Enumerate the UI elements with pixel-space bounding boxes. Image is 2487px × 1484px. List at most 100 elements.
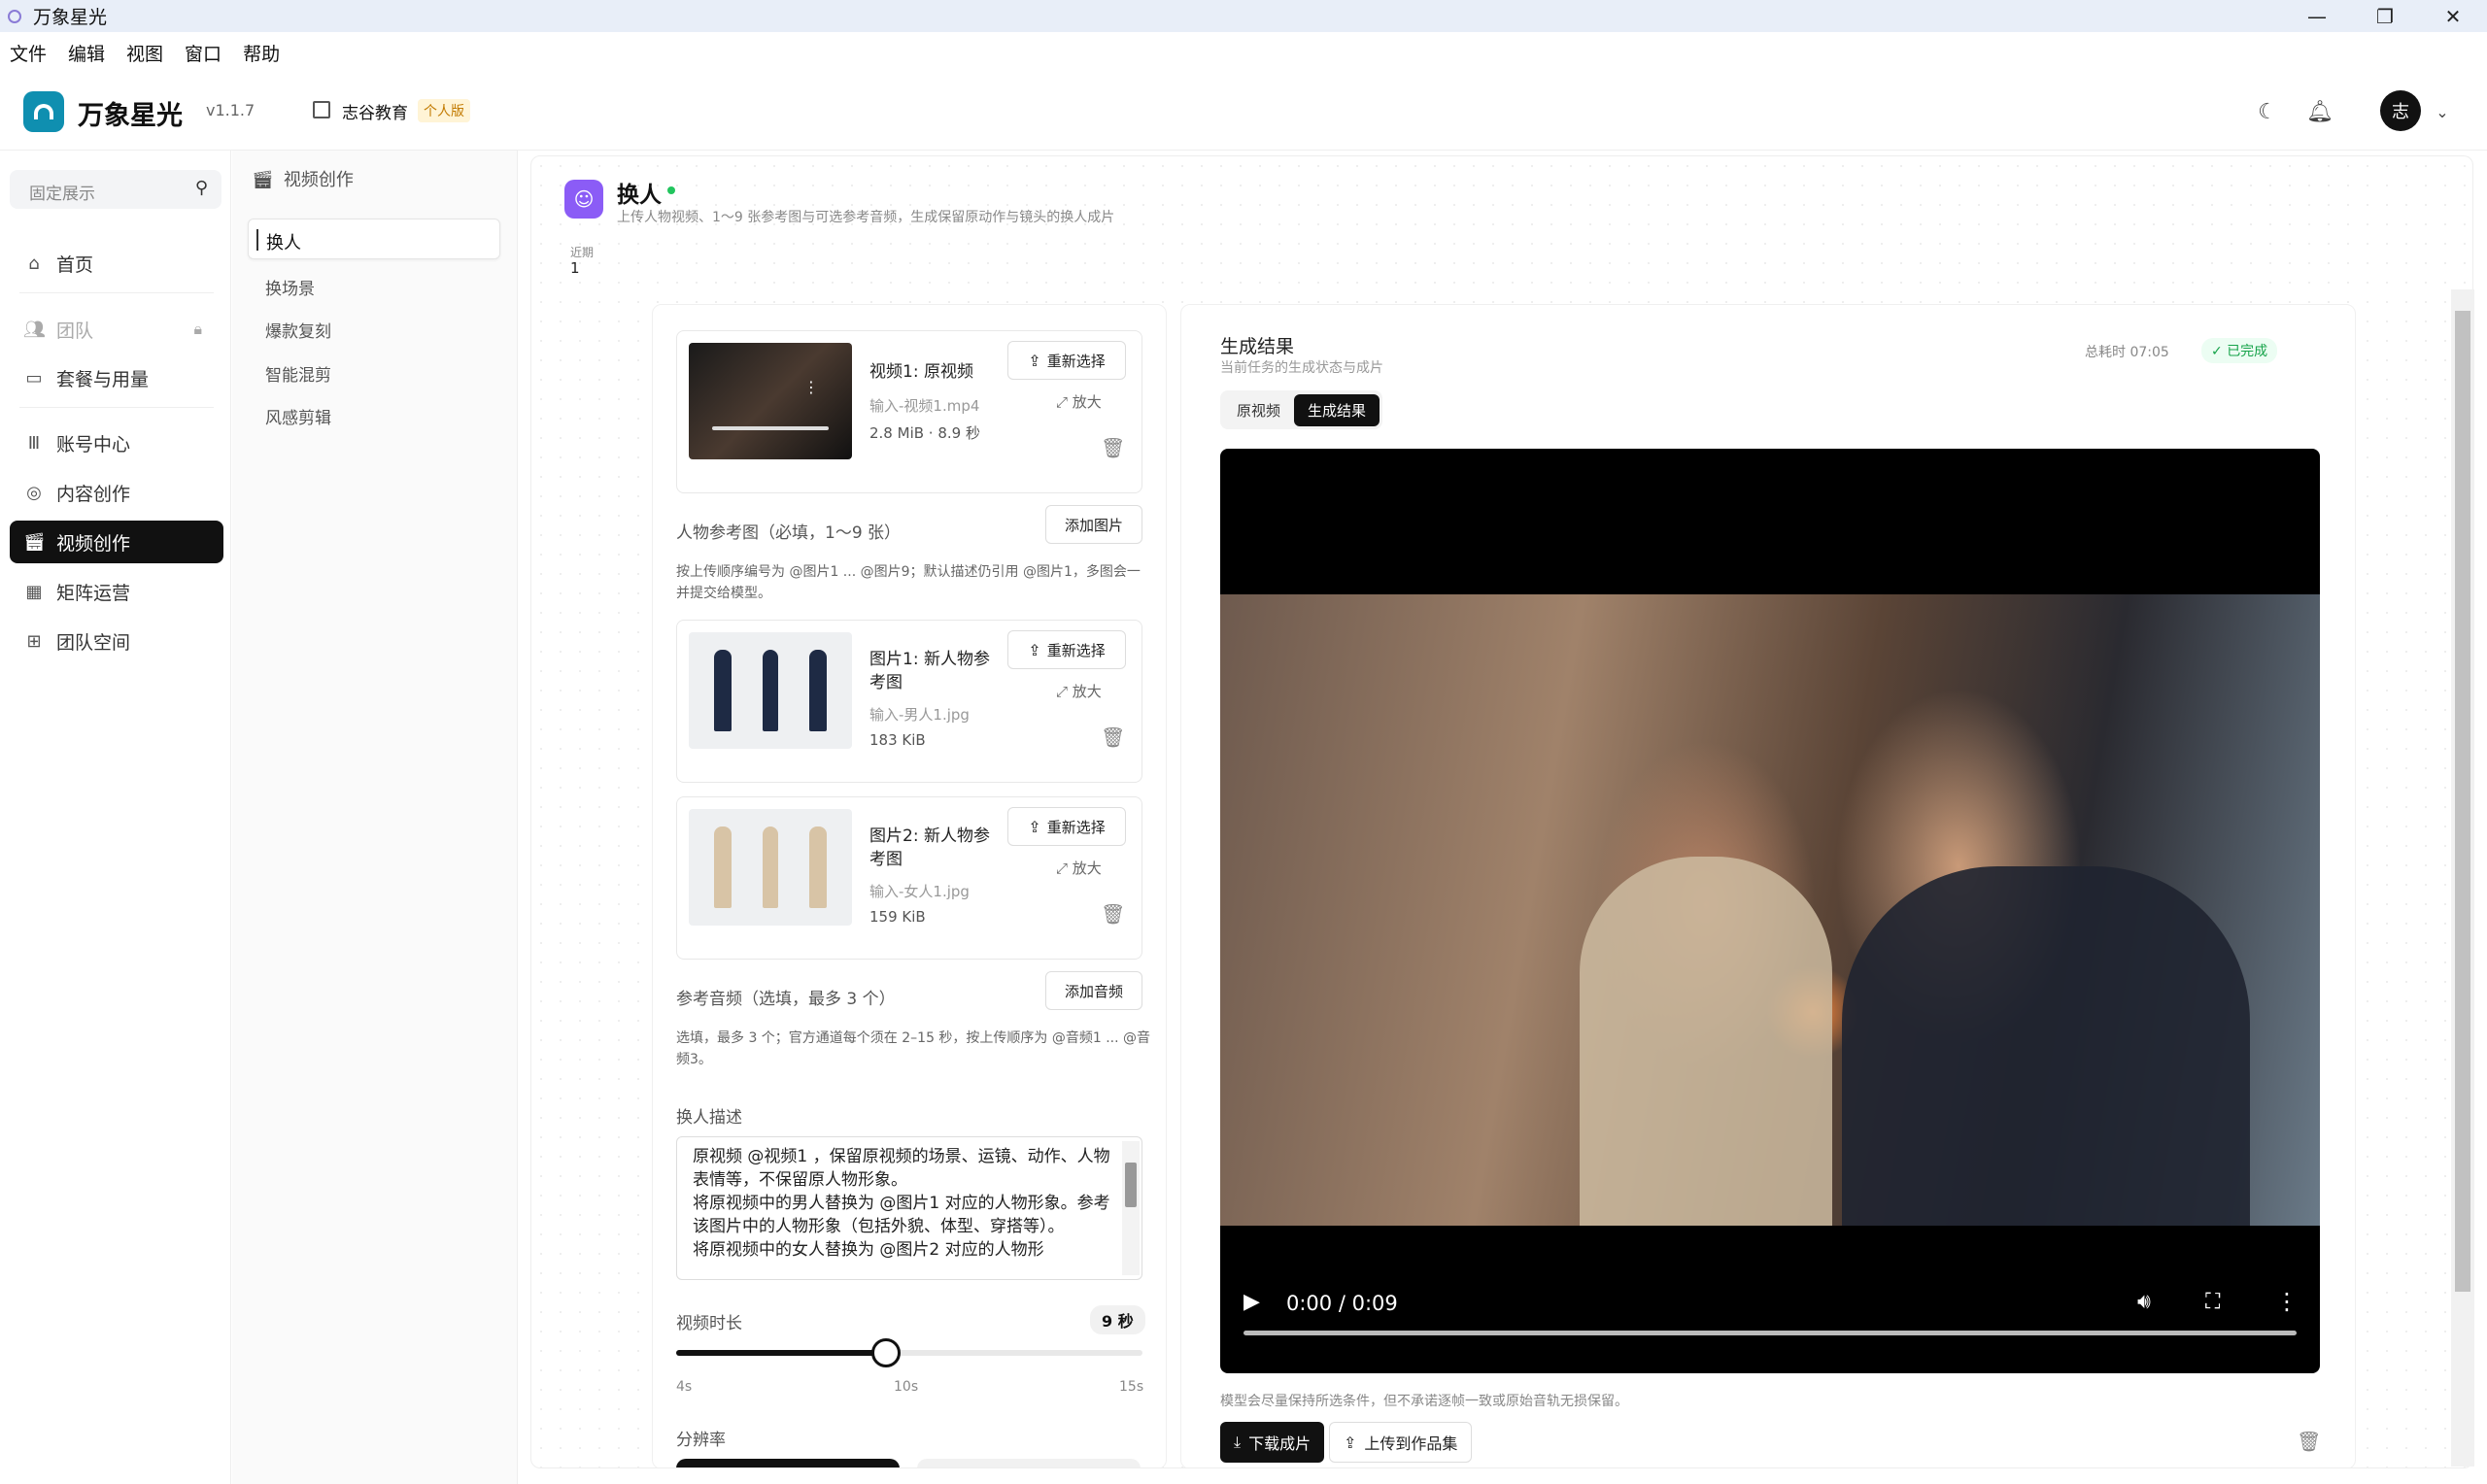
image-card-2: 图片2: 新人物参考图 输入-女人1.jpg 159 KiB ⇪ 重新选择 ⤢ 放… <box>676 796 1142 960</box>
tab-original[interactable]: 原视频 <box>1223 394 1294 426</box>
tab-result[interactable]: 生成结果 <box>1294 393 1380 426</box>
restore-button[interactable]: ❐ <box>2351 0 2419 32</box>
sidebar-item-account[interactable]: Ⅲ 账号中心 <box>10 422 223 464</box>
page-description: 上传人物视频、1～9 张参考图与可选参考音频，生成保留原动作与镜头的换人成片 <box>617 210 1115 225</box>
tick-max: 15s <box>1119 1379 1144 1395</box>
slider-handle[interactable] <box>871 1338 901 1367</box>
sidebar-item-label: 账号中心 <box>56 433 131 455</box>
version-label: v1.1.7 <box>206 101 256 119</box>
zoom-image-1-button[interactable]: ⤢ 放大 <box>1056 681 1102 701</box>
image-size-2: 159 KiB <box>869 908 926 926</box>
menu-view[interactable]: 视图 <box>126 40 163 66</box>
menu-file[interactable]: 文件 <box>10 40 47 66</box>
desc-textarea[interactable]: 原视频 @视频1 ，保留原视频的场景、运镜、动作、人物表情等，不保留原人物形象。… <box>676 1136 1142 1280</box>
reselect-label: 重新选择 <box>1046 641 1106 659</box>
trash-icon[interactable]: 🗑︎ <box>1101 436 1125 459</box>
close-button[interactable]: ✕ <box>2419 0 2487 32</box>
plan-badge: 个人版 <box>418 99 470 122</box>
menu-window[interactable]: 窗口 <box>185 40 221 66</box>
tick-min: 4s <box>676 1379 693 1395</box>
zoom-image-2-button[interactable]: ⤢ 放大 <box>1056 858 1102 878</box>
slider-fill <box>676 1350 886 1356</box>
subnav-item-smart-mix[interactable]: 智能混剪 <box>265 361 331 386</box>
avatar[interactable]: 志 <box>2380 90 2421 131</box>
fullscreen-icon[interactable]: ⛶ <box>2205 1290 2220 1314</box>
sidebar-item-plan-usage[interactable]: ▭ 套餐与用量 <box>10 356 223 399</box>
chevron-down-icon[interactable]: ⌄ <box>2429 98 2456 125</box>
resolution-option-2[interactable] <box>917 1459 1141 1467</box>
video-controls: ▶ 0:00 / 0:09 🔊︎ ⛶ ⋮ <box>1220 1282 2320 1373</box>
menu-help[interactable]: 帮助 <box>243 40 280 66</box>
tick-mid: 10s <box>894 1379 919 1395</box>
sidebar-item-video[interactable]: 🎬︎ 视频创作 <box>10 521 223 563</box>
download-button[interactable]: ⤓ 下载成片 <box>1220 1422 1325 1463</box>
trash-icon[interactable]: 🗑︎ <box>2297 1430 2321 1453</box>
reselect-image-2-button[interactable]: ⇪ 重新选择 <box>1007 807 1126 846</box>
expand-icon: ⤢ <box>1056 860 1073 877</box>
upload-label: 上传到作品集 <box>1364 1434 1458 1453</box>
expand-icon: ⤢ <box>1056 683 1073 700</box>
video-figure-man <box>1842 866 2250 1226</box>
sidebar-item-team[interactable]: 👥︎ 团队 🔒︎ <box>10 308 223 351</box>
result-note: 模型会尽量保持所选条件，但不承诺逐帧一致或原始音轨无损保留。 <box>1220 1394 1628 1409</box>
image-file-1: 输入-男人1.jpg <box>869 706 970 724</box>
subnav-item-label: 换人 <box>266 233 301 253</box>
bell-icon[interactable]: 🔔︎ <box>2306 98 2334 125</box>
main-scrollbar[interactable] <box>2451 289 2474 1467</box>
sidebar-item-home[interactable]: ⌂ 首页 <box>10 242 223 285</box>
reselect-label: 重新选择 <box>1046 352 1106 370</box>
image-thumbnail-2[interactable] <box>689 809 852 926</box>
pin-display-button[interactable]: 固定展示 ⚲ <box>10 170 221 209</box>
resolution-label: 分辨率 <box>676 1431 726 1450</box>
desc-scrollbar[interactable] <box>1122 1141 1140 1275</box>
duration-value: 9 秒 <box>1090 1305 1145 1334</box>
image-size-1: 183 KiB <box>869 731 926 749</box>
sidebar-item-content[interactable]: ◎ 内容创作 <box>10 471 223 514</box>
sidebar-item-label: 首页 <box>56 253 94 276</box>
form-panel: ⋮ 视频1: 原视频 输入-视频1.mp4 2.8 MiB · 8.9 秒 ⇪ 重… <box>652 304 1167 1467</box>
subnav-item-replicate[interactable]: 爆款复刻 <box>265 318 331 342</box>
subnav-item-swap-scene[interactable]: 换场景 <box>265 275 315 299</box>
main-content: ☺ 换人 上传人物视频、1～9 张参考图与可选参考音频，生成保留原动作与镜头的换… <box>530 155 2473 1468</box>
ref-image-note: 按上传顺序编号为 @图片1 ... @图片9；默认描述仍引用 @图片1，多图会一… <box>676 564 1141 601</box>
duration-slider[interactable] <box>676 1338 1142 1367</box>
sidebar-item-matrix[interactable]: ▦ 矩阵运营 <box>10 570 223 613</box>
image-thumbnail-1[interactable] <box>689 632 852 749</box>
reselect-video-button[interactable]: ⇪ 重新选择 <box>1007 341 1126 380</box>
moon-icon[interactable]: ☾ <box>2254 98 2281 125</box>
scrollbar-thumb[interactable] <box>2455 311 2470 1292</box>
trash-icon[interactable]: 🗑︎ <box>1101 902 1125 926</box>
play-icon[interactable]: ▶ <box>1244 1290 1260 1314</box>
add-image-button[interactable]: 添加图片 <box>1045 505 1142 544</box>
video-thumbnail[interactable]: ⋮ <box>689 343 852 459</box>
resolution-option-1[interactable] <box>676 1459 900 1467</box>
video-time: 0:00 / 0:09 <box>1286 1292 1398 1315</box>
grid-icon: ▦ <box>25 581 43 602</box>
trash-icon[interactable]: 🗑︎ <box>1101 725 1125 749</box>
volume-icon[interactable]: 🔊︎ <box>2137 1290 2151 1314</box>
user-swap-icon: ☺ <box>564 180 603 219</box>
upload-icon: ⇪ <box>1028 640 1041 659</box>
upload-icon: ⇪ <box>1028 817 1041 836</box>
brand-name: 万象星光 <box>78 101 183 131</box>
reselect-image-1-button[interactable]: ⇪ 重新选择 <box>1007 630 1126 669</box>
upload-portfolio-button[interactable]: ⇪ 上传到作品集 <box>1329 1422 1473 1463</box>
video-progress-bar[interactable] <box>1244 1331 2297 1335</box>
org-name[interactable]: 志谷教育 <box>342 99 408 123</box>
sidebar-item-team-space[interactable]: ⊞ 团队空间 <box>10 620 223 662</box>
subnav-item-style-edit[interactable]: 风感剪辑 <box>265 404 331 428</box>
more-icon[interactable]: ⋮ <box>2275 1288 2299 1315</box>
zoom-video-button[interactable]: ⤢ 放大 <box>1056 391 1102 412</box>
menu-edit[interactable]: 编辑 <box>68 40 105 66</box>
subnav-item-swap-person[interactable]: 换人 <box>248 219 500 259</box>
ref-image-label: 人物参考图（必填，1～9 张） <box>676 523 902 543</box>
sidebar-item-label: 团队空间 <box>56 631 131 654</box>
subnav-header: 🎬︎ 视频创作 <box>252 166 354 191</box>
minimize-button[interactable]: — <box>2283 0 2351 32</box>
ref-audio-label: 参考音频（选填，最多 3 个） <box>676 990 896 1009</box>
reselect-label: 重新选择 <box>1046 818 1106 836</box>
menu-bar: 文件 编辑 视图 窗口 帮助 <box>0 32 2487 73</box>
add-audio-button[interactable]: 添加音频 <box>1045 971 1142 1010</box>
video-player[interactable]: ▶ 0:00 / 0:09 🔊︎ ⛶ ⋮ <box>1220 449 2320 1373</box>
check-circle-icon: ✓ <box>2211 344 2228 359</box>
